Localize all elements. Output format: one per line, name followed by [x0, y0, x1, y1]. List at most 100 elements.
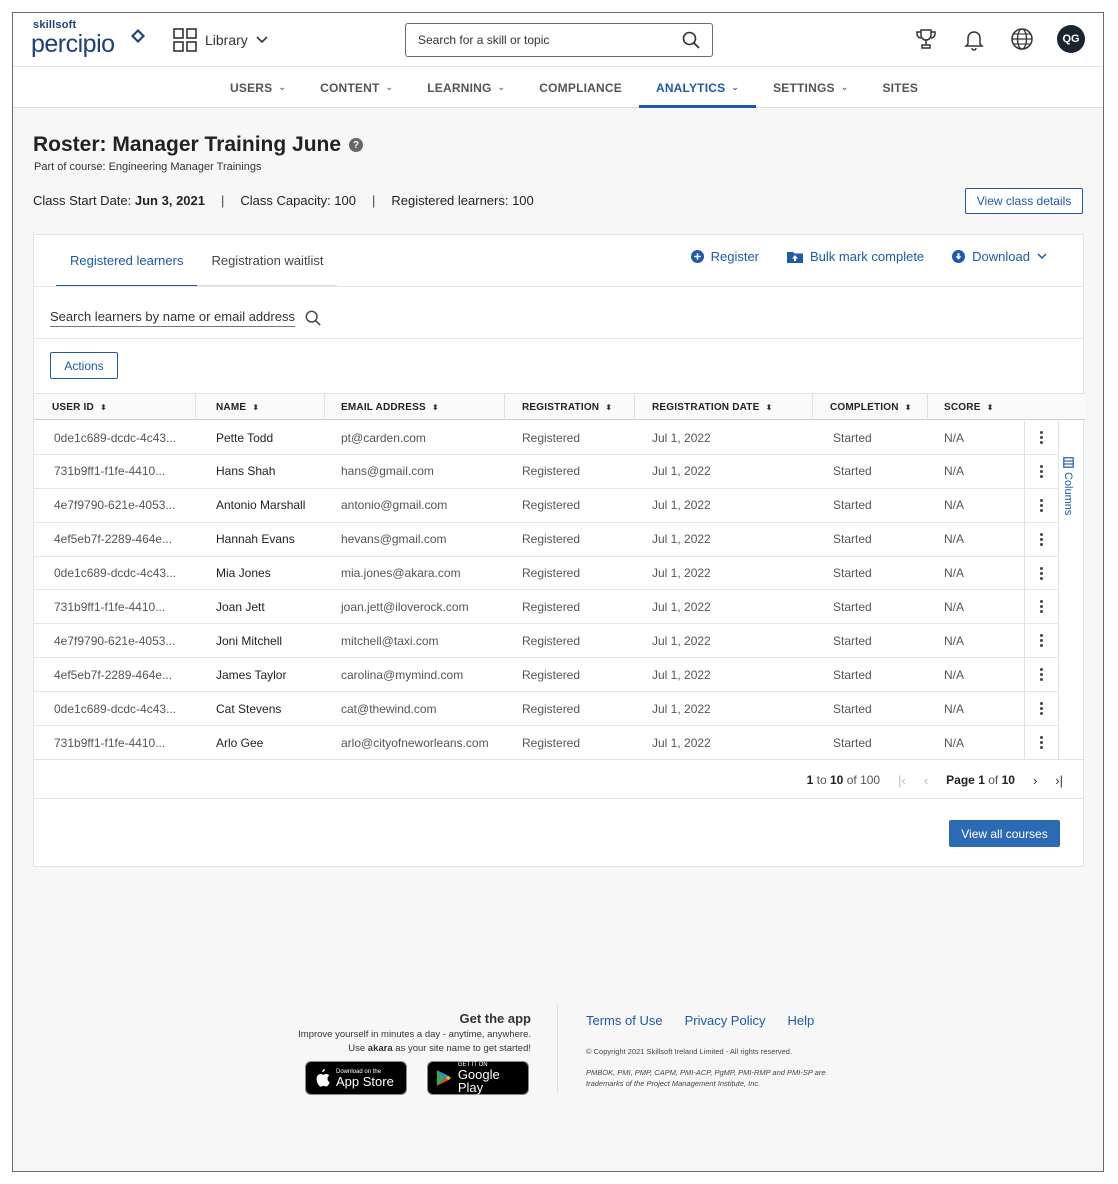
cell-name[interactable]: Arlo Gee: [216, 726, 263, 759]
row-menu-button[interactable]: [1025, 590, 1058, 625]
table-row: 0de1c689-dcdc-4c43... Pette Todd pt@carden…: [34, 421, 1024, 455]
avatar[interactable]: QG: [1057, 25, 1085, 53]
footer-divider: [557, 1005, 558, 1093]
cell-name[interactable]: Cat Stevens: [216, 692, 281, 725]
column-header-registration-date[interactable]: REGISTRATION DATE ⬍: [652, 394, 772, 420]
search-icon[interactable]: [305, 310, 321, 326]
prev-page-icon[interactable]: ‹: [924, 773, 928, 788]
class-meta: Class Start Date: Jun 3, 2021 | Class Ca…: [33, 193, 534, 208]
cell-name[interactable]: Joni Mitchell: [216, 624, 282, 657]
nav-item-learning[interactable]: LEARNING ⌄: [410, 67, 522, 108]
column-separator: [634, 394, 635, 420]
row-menu-button[interactable]: [1025, 489, 1058, 523]
table-row: 4ef5eb7f-2289-464e... James Taylor carolin…: [34, 658, 1024, 693]
cell-user-id: 4ef5eb7f-2289-464e...: [54, 532, 173, 547]
column-header-email-address[interactable]: EMAIL ADDRESS ⬍: [341, 394, 439, 420]
cell-name[interactable]: Hannah Evans: [216, 523, 295, 556]
globe-icon[interactable]: [1009, 26, 1035, 52]
row-menu-button[interactable]: [1025, 658, 1058, 693]
cell-registration: Registered: [522, 430, 581, 445]
nav-item-label: SITES: [882, 80, 919, 95]
percipio-logo[interactable]: skillsoft percipio: [31, 19, 161, 59]
first-page-icon[interactable]: |‹: [898, 773, 906, 788]
row-menu-button[interactable]: [1025, 692, 1058, 727]
app-store-badge[interactable]: Download on the App Store: [305, 1061, 407, 1095]
row-menu-button[interactable]: [1025, 726, 1058, 760]
help-icon[interactable]: ?: [349, 138, 364, 152]
sort-icon[interactable]: ⬍: [987, 403, 994, 412]
sort-icon[interactable]: ⬍: [605, 403, 612, 412]
cell-name[interactable]: Hans Shah: [216, 455, 275, 488]
cell-score: N/A: [944, 633, 965, 648]
bulk-mark-complete-button[interactable]: Bulk mark complete: [787, 249, 924, 264]
sort-icon[interactable]: ⬍: [252, 403, 259, 412]
pagination-range: 1 to 10 of 100: [807, 773, 880, 787]
apple-icon: [316, 1069, 330, 1087]
cell-name[interactable]: Pette Todd: [216, 421, 273, 454]
get-the-app: Get the app Improve yourself in minutes …: [273, 1011, 531, 1054]
column-header-completion[interactable]: COMPLETION ⬍: [830, 394, 912, 420]
kebab-icon: [1040, 566, 1043, 580]
column-header-name[interactable]: NAME ⬍: [216, 394, 259, 420]
nav-item-settings[interactable]: SETTINGS ⌄: [756, 67, 865, 108]
nav-item-users[interactable]: USERS ⌄: [213, 67, 303, 108]
columns-panel[interactable]: Columns: [1058, 421, 1084, 759]
bell-icon[interactable]: [961, 26, 987, 52]
cell-name[interactable]: Mia Jones: [216, 557, 271, 590]
row-menu-button[interactable]: [1025, 455, 1058, 489]
row-menu-button[interactable]: [1025, 421, 1058, 455]
search-icon[interactable]: [682, 31, 700, 49]
google-play-badge[interactable]: GET IT ON Google Play: [427, 1061, 529, 1095]
sort-icon[interactable]: ⬍: [100, 403, 107, 412]
sort-icon[interactable]: ⬍: [905, 403, 912, 412]
cell-user-id: 731b9ff1-f1fe-4410...: [54, 735, 166, 750]
card-actions: Register Bulk mark complete Download: [690, 249, 1047, 264]
table-row: 4ef5eb7f-2289-464e... Hannah Evans hevans@…: [34, 523, 1024, 557]
cell-name[interactable]: Joan Jett: [216, 590, 265, 623]
terms-of-use-link[interactable]: Terms of Use: [586, 1013, 663, 1028]
cell-registration-date: Jul 1, 2022: [652, 566, 711, 581]
global-search-placeholder: Search for a skill or topic: [418, 33, 550, 47]
cell-user-id: 4e7f9790-621e-4053...: [54, 498, 176, 513]
view-all-courses-button[interactable]: View all courses: [949, 820, 1060, 847]
global-search-input[interactable]: Search for a skill or topic: [405, 23, 713, 57]
column-header-score[interactable]: SCORE ⬍: [944, 394, 993, 420]
nav-item-sites[interactable]: SITES: [865, 67, 935, 108]
row-menu-button[interactable]: [1025, 523, 1058, 557]
actions-button[interactable]: Actions: [50, 352, 118, 379]
roster-tabs: Registered learners Registration waitlis…: [56, 235, 338, 287]
privacy-policy-link[interactable]: Privacy Policy: [685, 1013, 766, 1028]
column-header-user-id[interactable]: USER ID ⬍: [52, 394, 107, 420]
cell-email: carolina@mymind.com: [341, 667, 464, 682]
tab-registered-learners[interactable]: Registered learners: [56, 235, 198, 287]
cell-name[interactable]: James Taylor: [216, 658, 286, 691]
nav-item-label: CONTENT: [320, 80, 380, 95]
cell-user-id: 4ef5eb7f-2289-464e...: [54, 667, 173, 682]
nav-item-content[interactable]: CONTENT ⌄: [303, 67, 410, 108]
cell-score: N/A: [944, 430, 965, 445]
cell-user-id: 0de1c689-dcdc-4c43...: [54, 701, 177, 716]
row-menu-button[interactable]: [1025, 557, 1058, 591]
row-menu-button[interactable]: [1025, 624, 1058, 659]
trophy-icon[interactable]: [913, 26, 939, 52]
sort-icon[interactable]: ⬍: [432, 403, 439, 412]
learner-search-input[interactable]: Search learners by name or email address: [50, 309, 321, 327]
logo-mark-icon: [131, 29, 145, 43]
page-label: Page: [946, 773, 975, 787]
nav-item-analytics[interactable]: ANALYTICS ⌄: [638, 67, 757, 108]
columns-toggle[interactable]: Columns: [1062, 457, 1074, 515]
cell-name[interactable]: Antonio Marshall: [216, 489, 305, 522]
column-header-registration[interactable]: REGISTRATION ⬍: [522, 394, 612, 420]
tab-registration-waitlist[interactable]: Registration waitlist: [197, 235, 337, 286]
view-class-details-button[interactable]: View class details: [965, 188, 1083, 214]
help-link[interactable]: Help: [788, 1013, 815, 1028]
folder-upload-icon: [787, 252, 804, 263]
library-menu[interactable]: Library: [173, 27, 268, 53]
sort-icon[interactable]: ⬍: [765, 403, 772, 412]
next-page-icon[interactable]: ›: [1033, 773, 1037, 788]
line2-pre: Use: [348, 1043, 368, 1054]
nav-item-compliance[interactable]: COMPLIANCE: [522, 67, 639, 108]
download-menu[interactable]: Download: [952, 249, 1047, 264]
register-button[interactable]: Register: [690, 249, 759, 264]
last-page-icon[interactable]: ›|: [1055, 773, 1063, 788]
